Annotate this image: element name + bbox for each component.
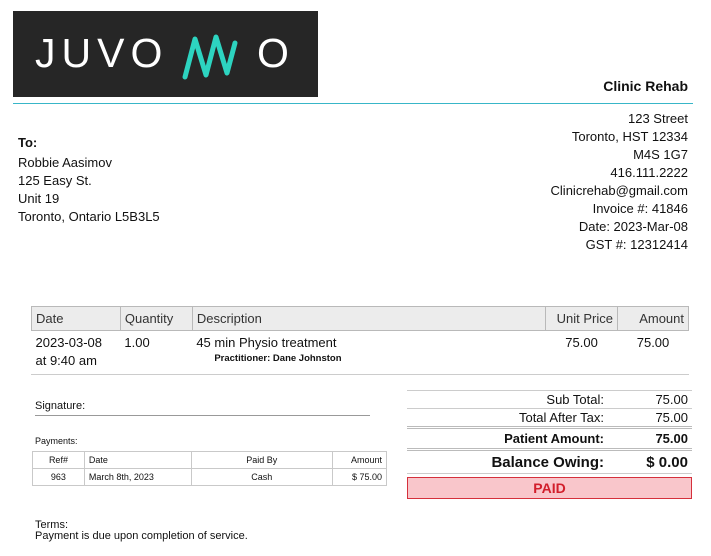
col-description: Description [191, 306, 547, 331]
header-divider [13, 103, 693, 104]
line-items-table: Date Quantity Description Unit Price Amo… [31, 306, 689, 370]
patient-city: Toronto, Ontario L5B3L5 [18, 209, 160, 224]
col-ref: Ref# [32, 451, 85, 469]
col-quantity: Quantity [119, 306, 193, 331]
logo-text-left: JUVO [35, 30, 168, 76]
patient-name: Robbie Aasimov [18, 155, 112, 170]
logo-wordmark: JUVO O [35, 30, 289, 80]
item-practitioner: Practitioner: Dane Johnston [214, 353, 342, 364]
juvonno-logo: JUVO O [13, 11, 318, 97]
gst-number: GST #: 12312414 [585, 237, 688, 252]
payments-header: Ref# Date Paid By Amount [32, 451, 387, 469]
item-time: at 9:40 am [35, 353, 97, 368]
item-date: 2023-03-08 [35, 335, 103, 350]
payment-amount: $ 75.00 [332, 468, 387, 486]
patient-address-line2: Unit 19 [18, 191, 60, 206]
logo-wave [182, 34, 238, 80]
bill-to-block: To: Robbie Aasimov 125 Easy St. Unit 19 … [18, 134, 160, 226]
col-pay-amount: Amount [332, 451, 387, 469]
clinic-email: Clinicrehab@gmail.com [550, 183, 688, 198]
invoice-number: Invoice #: 41846 [592, 201, 688, 216]
table-row: 963 March 8th, 2023 Cash $ 75.00 [32, 468, 387, 486]
patient-amount-row: Patient Amount: 75.00 [407, 426, 692, 448]
logo-text-right: O [257, 30, 289, 76]
subtotal-row: Sub Total: 75.00 [407, 390, 692, 408]
after-tax-row: Total After Tax: 75.00 [407, 408, 692, 426]
payments-table: Ref# Date Paid By Amount 963 March 8th, … [32, 451, 387, 486]
table-row: 2023-03-08 at 9:40 am 1.00 45 min Physio… [32, 331, 689, 371]
terms-text: Payment is due upon completion of servic… [35, 530, 248, 542]
item-description: 45 min Physio treatment [196, 335, 337, 350]
invoice-date: Date: 2023-Mar-08 [578, 219, 688, 234]
patient-amount-label: Patient Amount: [504, 431, 604, 446]
signature-line [35, 415, 370, 416]
balance-value: $ 0.00 [646, 453, 688, 471]
balance-label: Balance Owing: [491, 453, 604, 471]
col-date: Date [31, 306, 121, 331]
payment-date: March 8th, 2023 [83, 468, 192, 486]
clinic-street: 123 Street [628, 111, 688, 126]
col-unit-price: Unit Price [545, 306, 619, 331]
terms-block: Terms: Payment is due upon completion of… [35, 520, 248, 542]
totals-block: Sub Total: 75.00 Total After Tax: 75.00 … [407, 390, 692, 499]
item-amount: 75.00 [636, 335, 670, 350]
clinic-info-block: 123 Street Toronto, HST 12334 M4S 1G7 41… [551, 110, 688, 254]
col-pay-date: Date [83, 451, 192, 469]
paid-status-badge: PAID [407, 477, 692, 499]
items-divider [31, 374, 689, 375]
subtotal-label: Sub Total: [546, 392, 604, 407]
balance-row: Balance Owing: $ 0.00 [407, 448, 692, 474]
payment-ref: 963 [32, 468, 85, 486]
clinic-city: Toronto, HST 12334 [571, 129, 688, 144]
col-paid-by: Paid By [190, 451, 334, 469]
bill-to-label: To: [18, 135, 38, 150]
item-description-cell: 45 min Physio treatment Practitioner: Da… [192, 331, 545, 371]
line-items-header: Date Quantity Description Unit Price Amo… [31, 306, 689, 331]
clinic-phone: 416.111.2222 [610, 165, 688, 180]
item-quantity: 1.00 [124, 335, 150, 350]
clinic-name: Clinic Rehab [603, 78, 688, 94]
signature-label: Signature: [35, 400, 86, 412]
subtotal-value: 75.00 [655, 392, 688, 407]
patient-amount-value: 75.00 [655, 431, 688, 446]
after-tax-label: Total After Tax: [518, 410, 604, 425]
payment-method: Cash [190, 468, 334, 486]
payments-label: Payments: [35, 436, 78, 446]
item-date-cell: 2023-03-08 at 9:40 am [32, 331, 121, 371]
clinic-postal: M4S 1G7 [633, 147, 688, 162]
after-tax-value: 75.00 [655, 410, 688, 425]
col-amount: Amount [617, 306, 689, 331]
patient-address-line1: 125 Easy St. [18, 173, 92, 188]
item-unit-price: 75.00 [565, 335, 598, 350]
